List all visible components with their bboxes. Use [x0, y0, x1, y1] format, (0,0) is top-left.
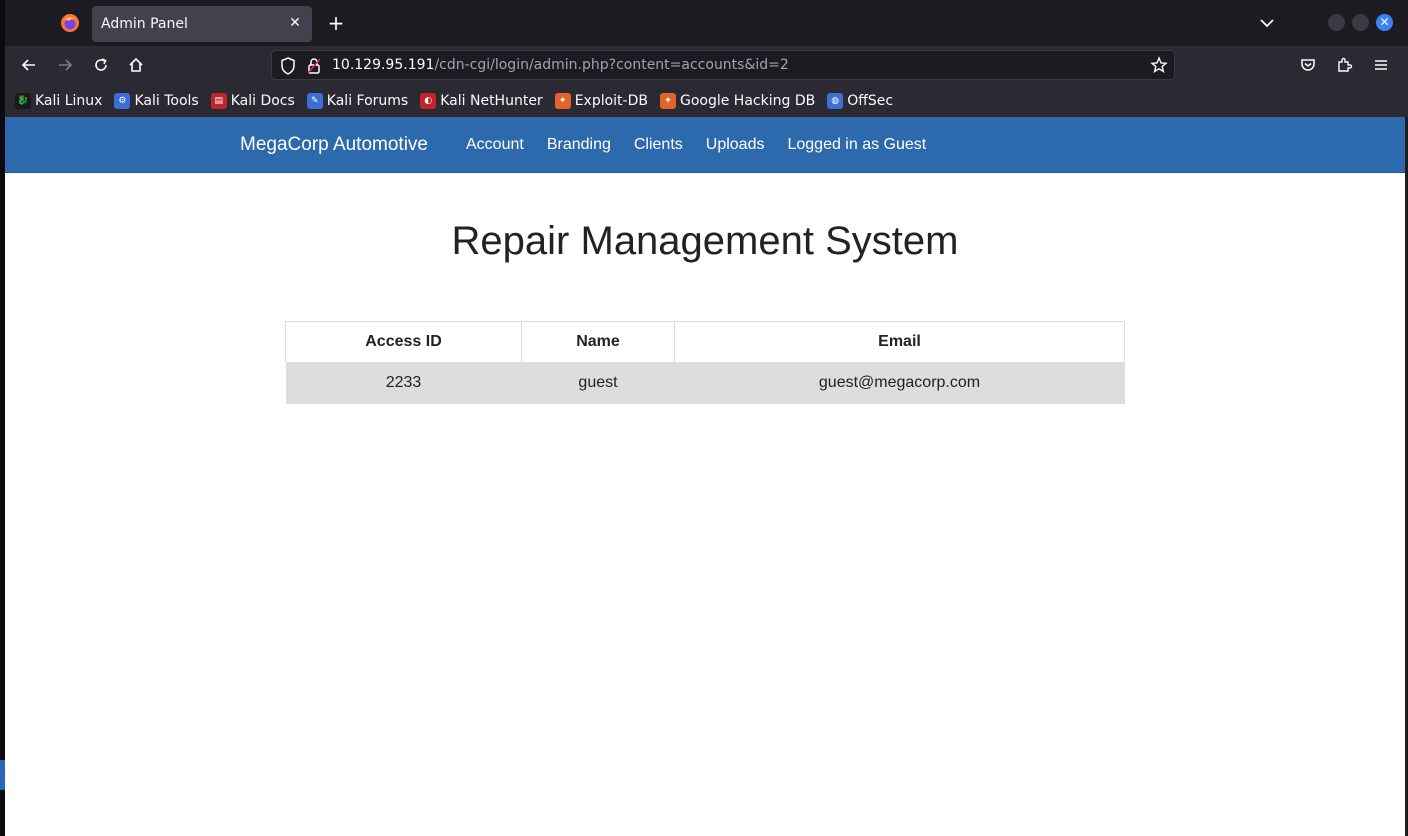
tab-bar: Admin Panel ✕ + ✕ [5, 0, 1408, 46]
menu-icon[interactable] [1369, 53, 1393, 77]
nav-link-account[interactable]: Account [466, 136, 524, 154]
ghdb-icon: ✦ [659, 92, 676, 109]
bookmark-offsec[interactable]: ◍ OffSec [827, 92, 894, 109]
table-header-row: Access ID Name Email [285, 321, 1125, 363]
bookmark-kali-nethunter[interactable]: ◐ Kali NetHunter [420, 92, 543, 109]
web-page: MegaCorp Automotive Account Branding Cli… [5, 117, 1405, 836]
page-title: Repair Management System [451, 219, 959, 263]
forward-icon[interactable] [53, 53, 77, 77]
bookmark-kali-linux[interactable]: 🐉 Kali Linux [15, 92, 103, 109]
kali-tools-icon: ⚙ [114, 92, 131, 109]
site-nav-links: Account Branding Clients Uploads Logged … [466, 136, 949, 154]
column-header-email: Email [674, 321, 1125, 363]
bookmark-label: Kali NetHunter [440, 92, 543, 109]
bookmarks-toolbar: 🐉 Kali Linux ⚙ Kali Tools ▤ Kali Docs ✎ Kali… [5, 84, 1408, 117]
firefox-logo-icon[interactable] [57, 10, 83, 36]
star-icon[interactable] [1150, 56, 1168, 78]
cell-email: guest@megacorp.com [674, 362, 1125, 404]
bookmark-label: Kali Linux [35, 92, 103, 109]
bookmark-label: Exploit-DB [574, 92, 648, 109]
nav-link-logged-in-user[interactable]: Logged in as Guest [787, 136, 926, 154]
bookmark-exploit-db[interactable]: ✦ Exploit-DB [554, 92, 648, 109]
url-text[interactable]: 10.129.95.191/cdn-cgi/login/admin.php?co… [332, 57, 789, 73]
navigation-toolbar: 10.129.95.191/cdn-cgi/login/admin.php?co… [5, 46, 1408, 84]
bookmark-label: Google Hacking DB [679, 92, 816, 109]
minimize-button[interactable] [1328, 14, 1345, 31]
cell-access-id: 2233 [285, 362, 522, 404]
shield-icon[interactable] [280, 57, 296, 79]
reload-icon[interactable] [89, 53, 113, 77]
cell-name: guest [521, 362, 675, 404]
column-header-name: Name [521, 321, 675, 363]
offsec-icon: ◍ [827, 92, 844, 109]
back-icon[interactable] [17, 53, 41, 77]
chevron-down-icon[interactable] [1255, 11, 1279, 35]
nav-link-clients[interactable]: Clients [634, 136, 683, 154]
new-tab-button[interactable]: + [323, 10, 349, 36]
bookmark-label: Kali Docs [230, 92, 295, 109]
pocket-icon[interactable] [1296, 53, 1320, 77]
window-close-button[interactable]: ✕ [1376, 14, 1393, 31]
site-navbar: MegaCorp Automotive Account Branding Cli… [5, 117, 1405, 173]
tab-close-icon[interactable]: ✕ [286, 14, 304, 32]
bookmark-google-hacking-db[interactable]: ✦ Google Hacking DB [659, 92, 816, 109]
maximize-button[interactable] [1352, 14, 1369, 31]
kali-dragon-icon: 🐉 [15, 92, 31, 109]
bookmark-label: OffSec [847, 92, 894, 109]
bookmark-label: Kali Tools [134, 92, 199, 109]
kali-nethunter-icon: ◐ [420, 92, 437, 109]
browser-window: Admin Panel ✕ + ✕ 10.129.95.191/cdn-cgi/… [0, 0, 1408, 836]
home-icon[interactable] [124, 53, 148, 77]
kali-forums-icon: ✎ [306, 92, 323, 109]
bookmark-kali-docs[interactable]: ▤ Kali Docs [210, 92, 295, 109]
tab-title: Admin Panel [101, 16, 188, 32]
bookmark-label: Kali Forums [326, 92, 409, 109]
lock-icon[interactable] [306, 57, 322, 79]
bookmark-kali-forums[interactable]: ✎ Kali Forums [306, 92, 409, 109]
exploit-db-icon: ✦ [554, 92, 571, 109]
accounts-table: Access ID Name Email 2233 guest guest@me… [285, 321, 1125, 404]
nav-link-uploads[interactable]: Uploads [706, 136, 765, 154]
table-row: 2233 guest guest@megacorp.com [285, 362, 1125, 404]
url-host: 10.129.95.191 [332, 57, 435, 73]
bookmark-kali-tools[interactable]: ⚙ Kali Tools [114, 92, 199, 109]
site-brand[interactable]: MegaCorp Automotive [240, 134, 428, 156]
tab-admin-panel[interactable]: Admin Panel ✕ [92, 6, 312, 42]
address-bar[interactable]: 10.129.95.191/cdn-cgi/login/admin.php?co… [271, 50, 1175, 80]
nav-link-branding[interactable]: Branding [547, 136, 611, 154]
column-header-access-id: Access ID [285, 321, 522, 363]
kali-docs-icon: ▤ [210, 92, 227, 109]
url-path: /cdn-cgi/login/admin.php?content=account… [434, 57, 789, 73]
extensions-icon[interactable] [1332, 53, 1356, 77]
